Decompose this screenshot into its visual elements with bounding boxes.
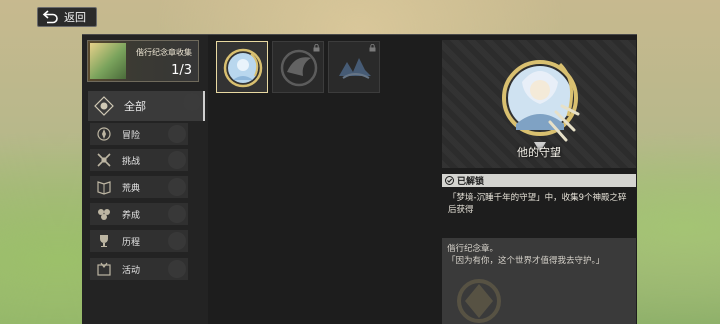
- badge-preview: 他的守望: [442, 40, 636, 168]
- category-all[interactable]: 全部: [88, 91, 205, 121]
- adventure-icon: [94, 124, 114, 144]
- category-history[interactable]: 历程: [90, 230, 188, 252]
- wing-badge-icon: [280, 49, 318, 87]
- category-codex[interactable]: 荒典: [90, 176, 188, 198]
- collection-panel: 偕行纪念章收集 1/3 全部 冒险 挑战 荒典 养成 历程 活动 他的守望 已解…: [82, 34, 637, 324]
- category-adventure[interactable]: 冒险: [90, 123, 188, 145]
- collection-title: 偕行纪念章收集: [136, 48, 192, 57]
- category-watermark: [168, 260, 186, 278]
- category-column: 偕行纪念章收集 1/3 全部 冒险 挑战 荒典 养成 历程 活动: [82, 35, 208, 324]
- unlocked-status: 已解锁: [442, 174, 636, 187]
- badge-grid: [214, 35, 432, 324]
- collection-count: 1/3: [171, 63, 192, 78]
- unlocked-status-label: 已解锁: [457, 177, 485, 187]
- lock-icon: [313, 44, 320, 52]
- category-watermark: [168, 178, 186, 196]
- growth-icon: [94, 204, 114, 224]
- back-arrow-icon: [42, 10, 58, 24]
- event-icon: [94, 259, 114, 279]
- badge-name: 他的守望: [517, 146, 561, 159]
- category-label: 活动: [122, 265, 141, 276]
- badge-detail: 他的守望 已解锁 「梦境-沉睡千年的守望」中，收集9个神殿之碎后获得 偕行纪念章…: [442, 40, 636, 324]
- badge-slot-guardian[interactable]: [216, 41, 268, 93]
- challenge-icon: [94, 150, 114, 170]
- emblem-watermark-icon: [457, 279, 501, 323]
- category-label: 全部: [124, 100, 146, 113]
- back-button[interactable]: 返回: [37, 7, 97, 27]
- category-label: 养成: [122, 210, 141, 221]
- badge-slot-crystal[interactable]: [328, 41, 380, 93]
- crystal-badge-icon: [339, 58, 371, 79]
- category-label: 历程: [122, 237, 141, 248]
- category-label: 冒险: [122, 130, 141, 141]
- guardian-badge-icon: [223, 48, 263, 88]
- category-watermark: [168, 125, 186, 143]
- back-label: 返回: [64, 11, 86, 24]
- description-line-1: 偕行纪念章。: [447, 244, 499, 254]
- category-watermark: [168, 205, 186, 223]
- collection-summary-card: 偕行纪念章收集 1/3: [87, 40, 199, 82]
- trophy-icon: [94, 231, 114, 251]
- badge-slot-wing[interactable]: [272, 41, 324, 93]
- check-icon: [445, 176, 454, 185]
- category-watermark: [168, 151, 186, 169]
- all-icon: [92, 94, 116, 118]
- category-label: 挑战: [122, 156, 141, 167]
- category-growth[interactable]: 养成: [90, 203, 188, 225]
- category-event[interactable]: 活动: [90, 258, 188, 280]
- collection-thumbnail: [90, 43, 126, 79]
- category-watermark: [168, 232, 186, 250]
- codex-icon: [94, 177, 114, 197]
- category-label: 荒典: [122, 183, 141, 194]
- category-challenge[interactable]: 挑战: [90, 149, 188, 171]
- description-line-2: 「因为有你，这个世界才值得我去守护。」: [447, 256, 605, 266]
- badge-description[interactable]: 偕行纪念章。 「因为有你，这个世界才值得我去守护。」: [442, 238, 636, 324]
- lock-icon: [369, 44, 376, 52]
- category-watermark: [183, 93, 201, 111]
- unlock-condition: 「梦境-沉睡千年的守望」中，收集9个神殿之碎后获得: [448, 193, 627, 215]
